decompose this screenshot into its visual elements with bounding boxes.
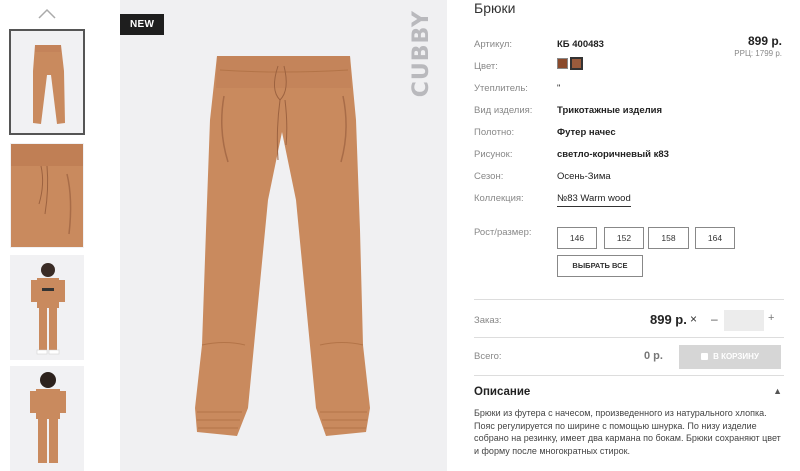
attr-label: Артикул: <box>474 39 513 50</box>
thumbnail-model-set[interactable] <box>10 255 84 360</box>
attr-label: Коллекция: <box>474 193 524 204</box>
total-value: 0 р. <box>644 350 663 362</box>
chevron-up-icon[interactable] <box>37 8 57 20</box>
description-title[interactable]: Описание <box>474 386 530 398</box>
attr-label: Рисунок: <box>474 149 513 160</box>
select-all-button[interactable]: ВЫБРАТЬ ВСЕ <box>557 255 643 277</box>
attr-value: " <box>557 83 561 94</box>
attr-label: Полотно: <box>474 127 515 138</box>
size-option-164[interactable]: 164 <box>695 227 735 249</box>
product-price: 899 р. <box>747 34 782 48</box>
thumbnail-pants-front[interactable] <box>9 29 85 135</box>
divider <box>474 299 784 300</box>
close-icon[interactable]: × <box>690 312 697 326</box>
product-title: Брюки <box>474 0 516 16</box>
size-label: Рост/размер: <box>474 227 532 238</box>
attr-label: Вид изделия: <box>474 105 533 116</box>
thumbnail-gallery <box>0 0 95 471</box>
size-option-152[interactable]: 152 <box>604 227 644 249</box>
quantity-decrement-button[interactable]: – <box>711 312 718 326</box>
order-label: Заказ: <box>474 315 502 326</box>
description-text: Брюки из футера с начесом, произведенног… <box>474 408 781 456</box>
order-price: 899 р. <box>650 312 687 327</box>
collection-link[interactable]: №83 Warm wood <box>557 193 631 207</box>
color-swatch-selected[interactable] <box>570 57 583 70</box>
size-option-158[interactable]: 158 <box>648 227 689 249</box>
add-to-cart-label: В КОРЗИНУ <box>713 352 759 361</box>
quantity-input[interactable] <box>724 310 764 331</box>
pants-illustration <box>195 56 370 436</box>
add-to-cart-button[interactable]: В КОРЗИНУ <box>679 345 781 369</box>
bag-icon <box>701 353 709 360</box>
attr-value: Осень-Зима <box>557 171 611 182</box>
divider <box>474 375 784 376</box>
attr-label: Цвет: <box>474 61 498 72</box>
quantity-increment-button[interactable]: + <box>768 312 774 324</box>
new-badge: NEW <box>120 14 165 35</box>
product-main-image[interactable]: NEW CUBBY <box>120 0 447 471</box>
color-swatch[interactable] <box>557 58 568 69</box>
total-label: Всего: <box>474 351 502 362</box>
attr-value: Трикотажные изделия <box>557 105 663 116</box>
brand-watermark: CUBBY <box>409 10 434 98</box>
product-details: Брюки 899 р. РРЦ: 1799 р. Артикул: КБ 40… <box>474 0 784 471</box>
attr-value: светло-коричневый к83 <box>557 149 669 160</box>
attr-value: КБ 400483 <box>557 39 604 50</box>
attr-label: Сезон: <box>474 171 504 182</box>
thumbnail-pants-detail[interactable] <box>10 143 84 248</box>
thumbnail-model-back[interactable] <box>10 366 84 471</box>
size-option-146[interactable]: 146 <box>557 227 597 249</box>
caret-up-icon[interactable]: ▲ <box>773 386 782 396</box>
recommended-price: РРЦ: 1799 р. <box>734 49 782 58</box>
divider <box>474 337 784 338</box>
attr-value: Футер начес <box>557 127 616 138</box>
attr-label: Утеплитель: <box>474 83 528 94</box>
